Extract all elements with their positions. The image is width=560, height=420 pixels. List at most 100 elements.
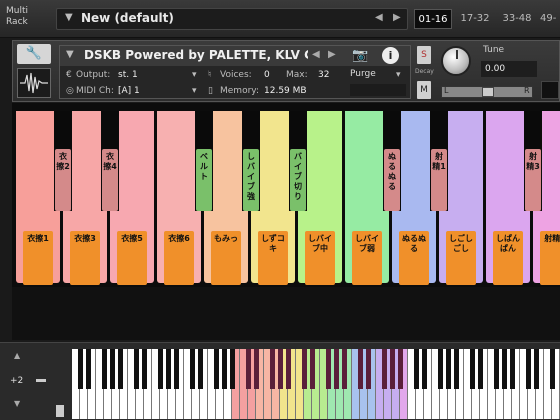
- keyboard-black-key[interactable]: [173, 349, 179, 389]
- key-label-tag: ぬるぬる: [399, 231, 429, 285]
- keyboard-black-key[interactable]: [493, 349, 499, 389]
- dropdown-arrow-icon[interactable]: ▼: [66, 49, 74, 60]
- artwork-black-key: バイブ切り: [289, 111, 307, 211]
- triangle-right-icon[interactable]: ▶: [328, 49, 336, 60]
- output-label: Output:: [76, 70, 111, 80]
- key-label-tag: しごしごし: [446, 231, 476, 285]
- tune-value[interactable]: 0.00: [481, 61, 537, 77]
- keyboard-black-key[interactable]: [501, 349, 507, 389]
- octave-value: +2: [10, 376, 24, 386]
- multi-preset-selector[interactable]: ▼ New (default) ◀ ▶: [56, 8, 408, 30]
- keyboard-black-key[interactable]: [341, 349, 347, 389]
- pitch-wheel-handle[interactable]: [56, 405, 64, 417]
- camera-icon[interactable]: 📷: [352, 48, 368, 63]
- waveform-icon-graphic: [20, 72, 48, 94]
- keyboard-black-key[interactable]: [229, 349, 235, 389]
- keyboard-black-key[interactable]: [301, 349, 307, 389]
- midi-channel-value[interactable]: [A] 1: [118, 86, 140, 96]
- pan-slider-thumb[interactable]: [482, 87, 494, 97]
- triangle-right-icon[interactable]: ▶: [393, 12, 401, 23]
- artwork-black-key: 衣擦4: [101, 111, 119, 211]
- keyboard-black-key[interactable]: [509, 349, 515, 389]
- keyboard-black-key[interactable]: [381, 349, 387, 389]
- max-voices-value[interactable]: 32: [318, 70, 329, 80]
- keyboard-black-key[interactable]: [109, 349, 115, 389]
- memory-label: Memory:: [220, 86, 259, 96]
- keyboard-black-key[interactable]: [133, 349, 139, 389]
- keyboard-black-key[interactable]: [437, 349, 443, 389]
- info-icon[interactable]: i: [382, 47, 399, 64]
- keyboard-black-key[interactable]: [445, 349, 451, 389]
- keyboard-black-key[interactable]: [413, 349, 419, 389]
- instrument-name[interactable]: DSKB Powered by PALETTE, KLV Ca: [84, 48, 308, 62]
- tab-33-48[interactable]: 33-48: [498, 9, 536, 29]
- instrument-artwork: 衣擦1 衣擦3 衣擦5 衣擦6 もみっ しずコキ しバイブ中 しバイブ弱 ぬるぬる しごしごし しぱ…: [12, 103, 560, 340]
- artwork-black-key: 射精3: [524, 111, 542, 211]
- artwork-black-key: しバイブ強: [242, 111, 260, 211]
- output-icon: €: [66, 70, 72, 80]
- dropdown-arrow-icon[interactable]: ▼: [65, 12, 73, 23]
- black-key-label-tag: ぬるぬる: [384, 149, 400, 211]
- wrench-icon[interactable]: 🔧: [17, 44, 51, 64]
- keyboard-black-key[interactable]: [309, 349, 315, 389]
- triangle-up-icon[interactable]: ▲: [14, 351, 20, 360]
- keyboard-black-key[interactable]: [549, 349, 555, 389]
- keyboard-black-key[interactable]: [141, 349, 147, 389]
- triangle-left-icon[interactable]: ◀: [375, 12, 383, 23]
- virtual-keyboard[interactable]: [72, 349, 560, 419]
- keyboard-black-key[interactable]: [269, 349, 275, 389]
- keyboard-black-key[interactable]: [157, 349, 163, 389]
- mute-button[interactable]: M: [417, 81, 431, 99]
- keyboard-black-key[interactable]: [525, 349, 531, 389]
- keyboard-black-key[interactable]: [453, 349, 459, 389]
- keyboard-black-key[interactable]: [285, 349, 291, 389]
- key-label-tag: 射精2: [540, 231, 560, 285]
- knob-indicator: [456, 50, 458, 59]
- tab-01-16[interactable]: 01-16: [414, 9, 452, 29]
- keyboard-black-key[interactable]: [325, 349, 331, 389]
- chevron-down-icon[interactable]: ▾: [192, 86, 197, 96]
- solo-button[interactable]: S: [417, 46, 431, 64]
- chevron-down-icon[interactable]: ▾: [396, 70, 401, 80]
- keyboard-black-key[interactable]: [245, 349, 251, 389]
- chevron-down-icon[interactable]: ▾: [192, 70, 197, 80]
- keyboard-black-key[interactable]: [165, 349, 171, 389]
- minus-icon[interactable]: [36, 379, 46, 382]
- triangle-down-icon[interactable]: ▼: [14, 399, 20, 408]
- keyboard-black-key[interactable]: [221, 349, 227, 389]
- keyboard-black-key[interactable]: [85, 349, 91, 389]
- tab-17-32[interactable]: 17-32: [456, 9, 494, 29]
- tune-knob[interactable]: [441, 46, 471, 76]
- keyboard-black-key[interactable]: [469, 349, 475, 389]
- memory-icon: ▯: [208, 86, 213, 96]
- tab-49[interactable]: 49-: [540, 9, 560, 29]
- output-value[interactable]: st. 1: [118, 70, 138, 80]
- rack-label-text: Rack: [6, 17, 28, 27]
- rack-header: Multi Rack ▼ New (default) ◀ ▶ 01-16 17-…: [0, 0, 560, 38]
- keyboard-black-key[interactable]: [333, 349, 339, 389]
- waveform-icon[interactable]: [17, 68, 51, 98]
- keyboard-black-key[interactable]: [117, 349, 123, 389]
- keyboard-black-key[interactable]: [365, 349, 371, 389]
- triangle-left-icon[interactable]: ◀: [312, 49, 320, 60]
- keyboard-black-key[interactable]: [477, 349, 483, 389]
- pan-slider[interactable]: L R: [441, 86, 533, 98]
- keyboard-black-key[interactable]: [101, 349, 107, 389]
- keyboard-black-key[interactable]: [533, 349, 539, 389]
- keyboard-black-key[interactable]: [397, 349, 403, 389]
- keyboard-black-key[interactable]: [253, 349, 259, 389]
- keyboard-black-key[interactable]: [77, 349, 83, 389]
- purge-menu[interactable]: Purge: [350, 69, 376, 79]
- keyboard-black-key[interactable]: [277, 349, 283, 389]
- keyboard-black-key[interactable]: [213, 349, 219, 389]
- keyboard-black-key[interactable]: [189, 349, 195, 389]
- voices-icon: ♮: [208, 70, 212, 80]
- keyboard-black-key[interactable]: [197, 349, 203, 389]
- keyboard-black-key[interactable]: [357, 349, 363, 389]
- keyboard-black-key[interactable]: [421, 349, 427, 389]
- multi-preset-name: New (default): [81, 11, 174, 25]
- voices-value: 0: [264, 70, 270, 80]
- key-label-tag: 衣擦5: [117, 231, 147, 285]
- keyboard-black-key[interactable]: [389, 349, 395, 389]
- black-key-label-tag: 衣擦4: [102, 149, 118, 211]
